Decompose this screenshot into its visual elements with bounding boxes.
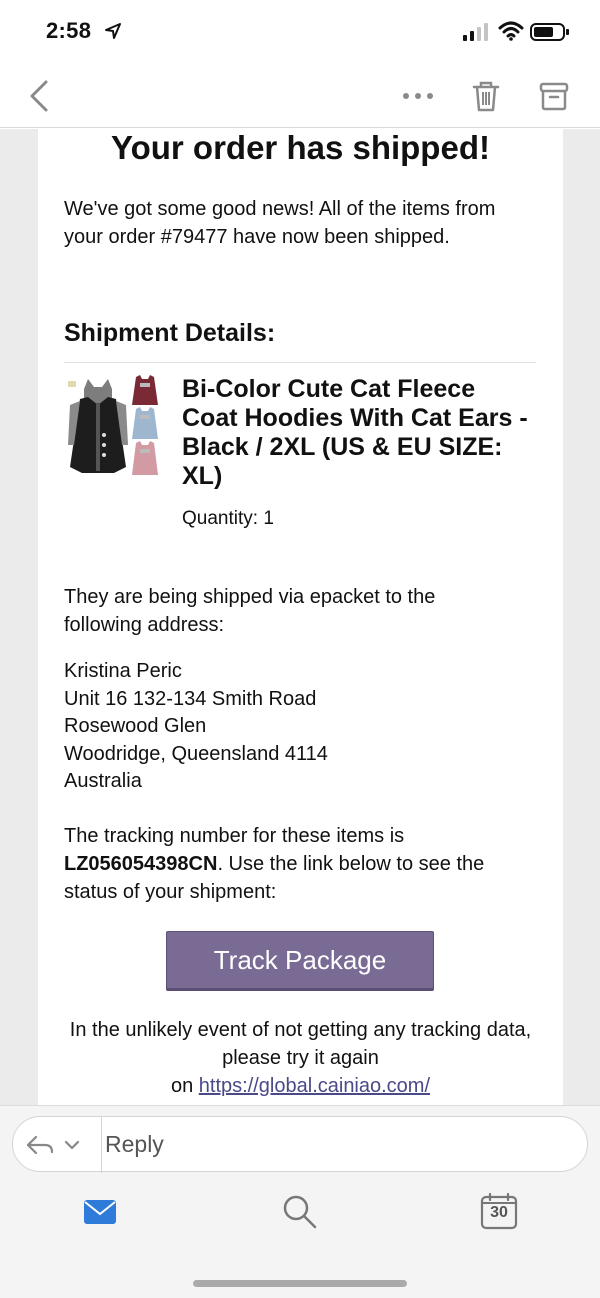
status-time: 2:58 xyxy=(46,18,92,43)
divider xyxy=(64,362,536,363)
status-bar: 2:58 xyxy=(0,0,600,64)
trash-icon xyxy=(472,81,500,112)
email-title: Your order has shipped! xyxy=(111,129,490,166)
chevron-down-icon xyxy=(64,1140,80,1150)
location-arrow-icon xyxy=(105,23,121,39)
archive-icon xyxy=(539,82,569,111)
reply-arrow-icon xyxy=(26,1135,54,1155)
product-image[interactable] xyxy=(66,375,162,479)
trash-button[interactable] xyxy=(468,78,504,114)
address-line1: Unit 16 132-134 Smith Road xyxy=(64,687,317,710)
product-name[interactable]: Bi-Color Cute Cat Fleece Coat Hoodies Wi… xyxy=(182,375,532,491)
reply-separator xyxy=(101,1117,102,1173)
intro-text: We've got some good news! All of the ite… xyxy=(64,198,496,248)
more-button[interactable] xyxy=(396,82,440,110)
search-icon xyxy=(283,1195,317,1229)
back-button[interactable] xyxy=(22,78,56,114)
reply-label[interactable]: Reply xyxy=(105,1131,164,1158)
reply-options-button[interactable] xyxy=(25,1129,97,1161)
email-content: Your order has shipped! We've got some g… xyxy=(38,129,563,1105)
email-viewport[interactable]: Your order has shipped! We've got some g… xyxy=(0,129,600,1105)
shipping-address: Kristina Peric Unit 16 132-134 Smith Roa… xyxy=(64,658,504,796)
fallback-on: on xyxy=(170,1075,194,1097)
address-name: Kristina Peric xyxy=(64,660,182,682)
product-quantity: Quantity: 1 xyxy=(182,508,274,529)
tracking-text: The tracking number for these items is L… xyxy=(64,822,534,906)
cainiao-link[interactable]: https://global.cainiao.com/ xyxy=(199,1075,430,1097)
tab-search[interactable] xyxy=(280,1192,320,1232)
bottom-area: Reply 30 xyxy=(0,1105,600,1298)
chevron-left-icon xyxy=(30,80,48,112)
more-icon xyxy=(403,93,433,99)
calendar-day: 30 xyxy=(490,1204,508,1221)
mail-toolbar xyxy=(0,64,600,128)
signal-icon xyxy=(463,23,488,41)
track-package-button[interactable]: Track Package xyxy=(166,931,434,989)
shipment-heading: Shipment Details: xyxy=(64,319,276,347)
fallback-text: In the unlikely event of not getting any… xyxy=(58,1016,543,1100)
tracking-prefix: The tracking number for these items is xyxy=(64,825,405,847)
home-indicator xyxy=(193,1280,407,1287)
shipping-method-text: They are being shipped via epacket to th… xyxy=(64,586,436,636)
address-country: Australia xyxy=(64,770,142,792)
tab-calendar[interactable]: 30 xyxy=(480,1192,520,1232)
archive-button[interactable] xyxy=(536,78,572,114)
fallback-message: In the unlikely event of not getting any… xyxy=(69,1019,532,1069)
battery-icon xyxy=(530,23,569,41)
reply-bar[interactable]: Reply xyxy=(12,1116,588,1173)
tab-mail[interactable] xyxy=(80,1194,120,1230)
address-line3: Woodridge, Queensland 4114 xyxy=(64,742,328,765)
mail-icon xyxy=(84,1200,116,1224)
wifi-icon xyxy=(498,21,524,41)
address-line2: Rosewood Glen xyxy=(64,715,207,737)
tracking-number: LZ056054398CN xyxy=(64,853,218,875)
